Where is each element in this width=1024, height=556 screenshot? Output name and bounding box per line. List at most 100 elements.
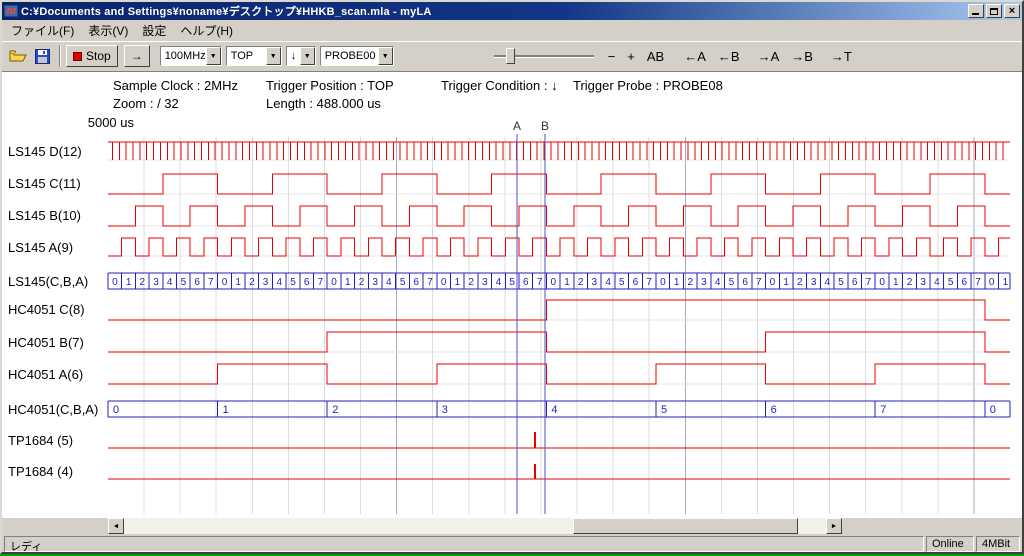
open-folder-icon (9, 49, 27, 63)
svg-text:2: 2 (797, 277, 803, 288)
svg-text:7: 7 (880, 404, 886, 416)
svg-text:6: 6 (633, 277, 639, 288)
svg-text:0: 0 (660, 277, 666, 288)
svg-text:1: 1 (455, 277, 461, 288)
svg-text:B: B (541, 119, 549, 133)
svg-text:6: 6 (304, 277, 310, 288)
svg-text:2: 2 (688, 277, 694, 288)
svg-text:6: 6 (771, 404, 777, 416)
svg-text:6: 6 (414, 277, 420, 288)
run-button[interactable]: → (124, 45, 150, 67)
trigger-edge-select[interactable]: ↓ ▼ (286, 46, 316, 66)
svg-text:2: 2 (359, 277, 365, 288)
svg-text:2: 2 (578, 277, 584, 288)
toolbar: Stop → 100MHz ▼ TOP ▼ ↓ ▼ PROBE00 ▼ − + … (2, 41, 1022, 71)
channel-label: HC4051 A(6) (8, 367, 83, 382)
maximize-icon (990, 8, 998, 15)
chevron-down-icon[interactable]: ▼ (206, 47, 221, 65)
svg-text:3: 3 (592, 277, 598, 288)
svg-text:1: 1 (345, 277, 351, 288)
sample-clock-select[interactable]: 100MHz ▼ (160, 46, 222, 66)
menu-view[interactable]: 表示(V) (81, 20, 135, 41)
status-memory: 4MBit (976, 536, 1020, 552)
toolbar-separator (59, 45, 61, 67)
menu-file[interactable]: ファイル(F) (4, 20, 81, 41)
svg-text:4: 4 (715, 277, 721, 288)
minimize-button[interactable] (968, 4, 984, 18)
svg-text:2: 2 (907, 277, 913, 288)
svg-text:5: 5 (838, 277, 844, 288)
run-arrow-icon: → (131, 49, 143, 63)
svg-text:1: 1 (564, 277, 570, 288)
menu-help[interactable]: ヘルプ(H) (173, 20, 240, 41)
zoom-in-button[interactable]: + (621, 45, 641, 67)
svg-text:0: 0 (989, 277, 995, 288)
svg-text:4: 4 (496, 277, 502, 288)
open-file-button[interactable] (6, 45, 30, 67)
svg-text:7: 7 (318, 277, 324, 288)
goto-cursor-b-left-button[interactable]: ←B (712, 45, 746, 67)
scrollbar-thumb[interactable] (573, 518, 798, 534)
stop-button[interactable]: Stop (66, 45, 118, 67)
sample-clock-value: 100MHz (161, 47, 206, 65)
menubar: ファイル(F) 表示(V) 設定 ヘルプ(H) (2, 20, 1022, 41)
svg-text:5: 5 (509, 277, 515, 288)
chevron-down-icon[interactable]: ▼ (378, 47, 393, 65)
svg-text:0: 0 (331, 277, 337, 288)
statusbar: レディ Online 4MBit (2, 534, 1022, 554)
channel-label: HC4051(C,B,A) (8, 402, 98, 417)
minimize-icon (972, 13, 979, 15)
svg-text:1: 1 (1003, 277, 1009, 288)
svg-text:2: 2 (332, 404, 338, 416)
app-icon[interactable] (4, 4, 18, 18)
horizontal-scrollbar[interactable]: ◄ ► (108, 518, 842, 534)
zoom-out-button[interactable]: − (602, 45, 622, 67)
svg-text:4: 4 (605, 277, 611, 288)
close-button[interactable]: × (1004, 4, 1020, 18)
goto-cursor-a-right-button[interactable]: →A (752, 45, 786, 67)
trigger-position-select[interactable]: TOP ▼ (226, 46, 282, 66)
svg-text:7: 7 (975, 277, 981, 288)
save-button[interactable] (30, 45, 54, 67)
zoom-slider[interactable] (494, 46, 594, 66)
goto-cursor-b-right-button[interactable]: →B (785, 45, 819, 67)
zoom-ab-button[interactable]: AB (641, 45, 670, 67)
trigger-position-value: TOP (227, 47, 266, 65)
svg-text:2: 2 (249, 277, 255, 288)
svg-text:0: 0 (113, 404, 119, 416)
goto-cursor-a-left-button[interactable]: ←A (678, 45, 712, 67)
waveform-display[interactable]: 0123456701234567012345670123456701234567… (2, 72, 1022, 518)
svg-text:7: 7 (756, 277, 762, 288)
zoom-slider-thumb[interactable] (506, 48, 515, 64)
svg-text:6: 6 (194, 277, 200, 288)
svg-text:5: 5 (619, 277, 625, 288)
maximize-button[interactable] (986, 4, 1002, 18)
channel-label: TP1684 (5) (8, 433, 73, 448)
svg-text:2: 2 (468, 277, 474, 288)
titlebar[interactable]: C:¥Documents and Settings¥noname¥デスクトップ¥… (2, 2, 1022, 20)
svg-text:3: 3 (811, 277, 817, 288)
trigger-probe-select[interactable]: PROBE00 ▼ (320, 46, 394, 66)
channel-label: LS145 A(9) (8, 240, 73, 255)
svg-text:6: 6 (742, 277, 748, 288)
menu-settings[interactable]: 設定 (135, 20, 173, 41)
goto-trigger-button[interactable]: →T (825, 45, 858, 67)
scroll-right-button[interactable]: ► (826, 518, 842, 534)
svg-text:0: 0 (441, 277, 447, 288)
svg-text:7: 7 (427, 277, 433, 288)
svg-text:5: 5 (400, 277, 406, 288)
svg-text:1: 1 (893, 277, 899, 288)
svg-text:3: 3 (920, 277, 926, 288)
svg-text:3: 3 (442, 404, 448, 416)
scrollbar-track[interactable] (124, 518, 826, 534)
waveform-panel: Sample Clock : 2MHz Trigger Position : T… (2, 71, 1022, 518)
chevron-down-icon[interactable]: ▼ (266, 47, 281, 65)
channel-label: HC4051 B(7) (8, 335, 84, 350)
svg-text:A: A (513, 119, 521, 133)
svg-text:4: 4 (167, 277, 173, 288)
channel-label: LS145 C(11) (8, 176, 81, 191)
chevron-down-icon[interactable]: ▼ (300, 47, 315, 65)
svg-text:5: 5 (729, 277, 735, 288)
stop-label: Stop (86, 49, 111, 63)
scroll-left-button[interactable]: ◄ (108, 518, 124, 534)
